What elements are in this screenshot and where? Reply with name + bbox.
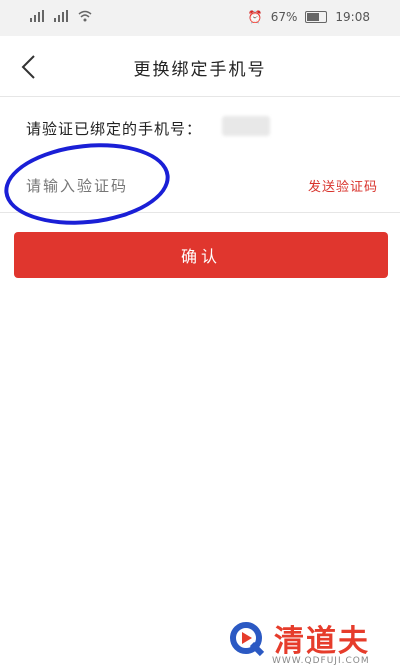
sim-signal-icon (54, 10, 68, 22)
watermark-url: WWW.QDFUJI.COM (272, 656, 370, 666)
status-bar: ⏰ 67% 19:08 (0, 0, 400, 36)
sim-signal-icon (30, 10, 44, 22)
status-right-icons: ⏰ 67% 19:08 (248, 10, 370, 24)
confirm-button[interactable]: 确认 (14, 232, 388, 278)
verify-phone-label: 请验证已绑定的手机号： (26, 120, 203, 138)
wifi-icon (78, 10, 92, 22)
page-title: 更换绑定手机号 (133, 60, 267, 80)
battery-percent: 67% (270, 10, 298, 24)
brand-logo-icon (230, 622, 265, 657)
watermark: 清道夫 WWW.QDFUJI.COM (212, 612, 400, 670)
send-code-button[interactable]: 发送验证码 (308, 176, 378, 195)
clock: 19:08 (335, 10, 370, 24)
masked-phone-number (222, 116, 270, 136)
battery-icon (305, 11, 328, 23)
nav-bar: 更换绑定手机号 (0, 36, 400, 96)
watermark-brand: 清道夫 (274, 624, 370, 659)
status-left-icons (30, 10, 92, 22)
alarm-icon: ⏰ (247, 10, 263, 24)
nav-divider (0, 96, 400, 97)
annotation-circle (0, 135, 174, 233)
